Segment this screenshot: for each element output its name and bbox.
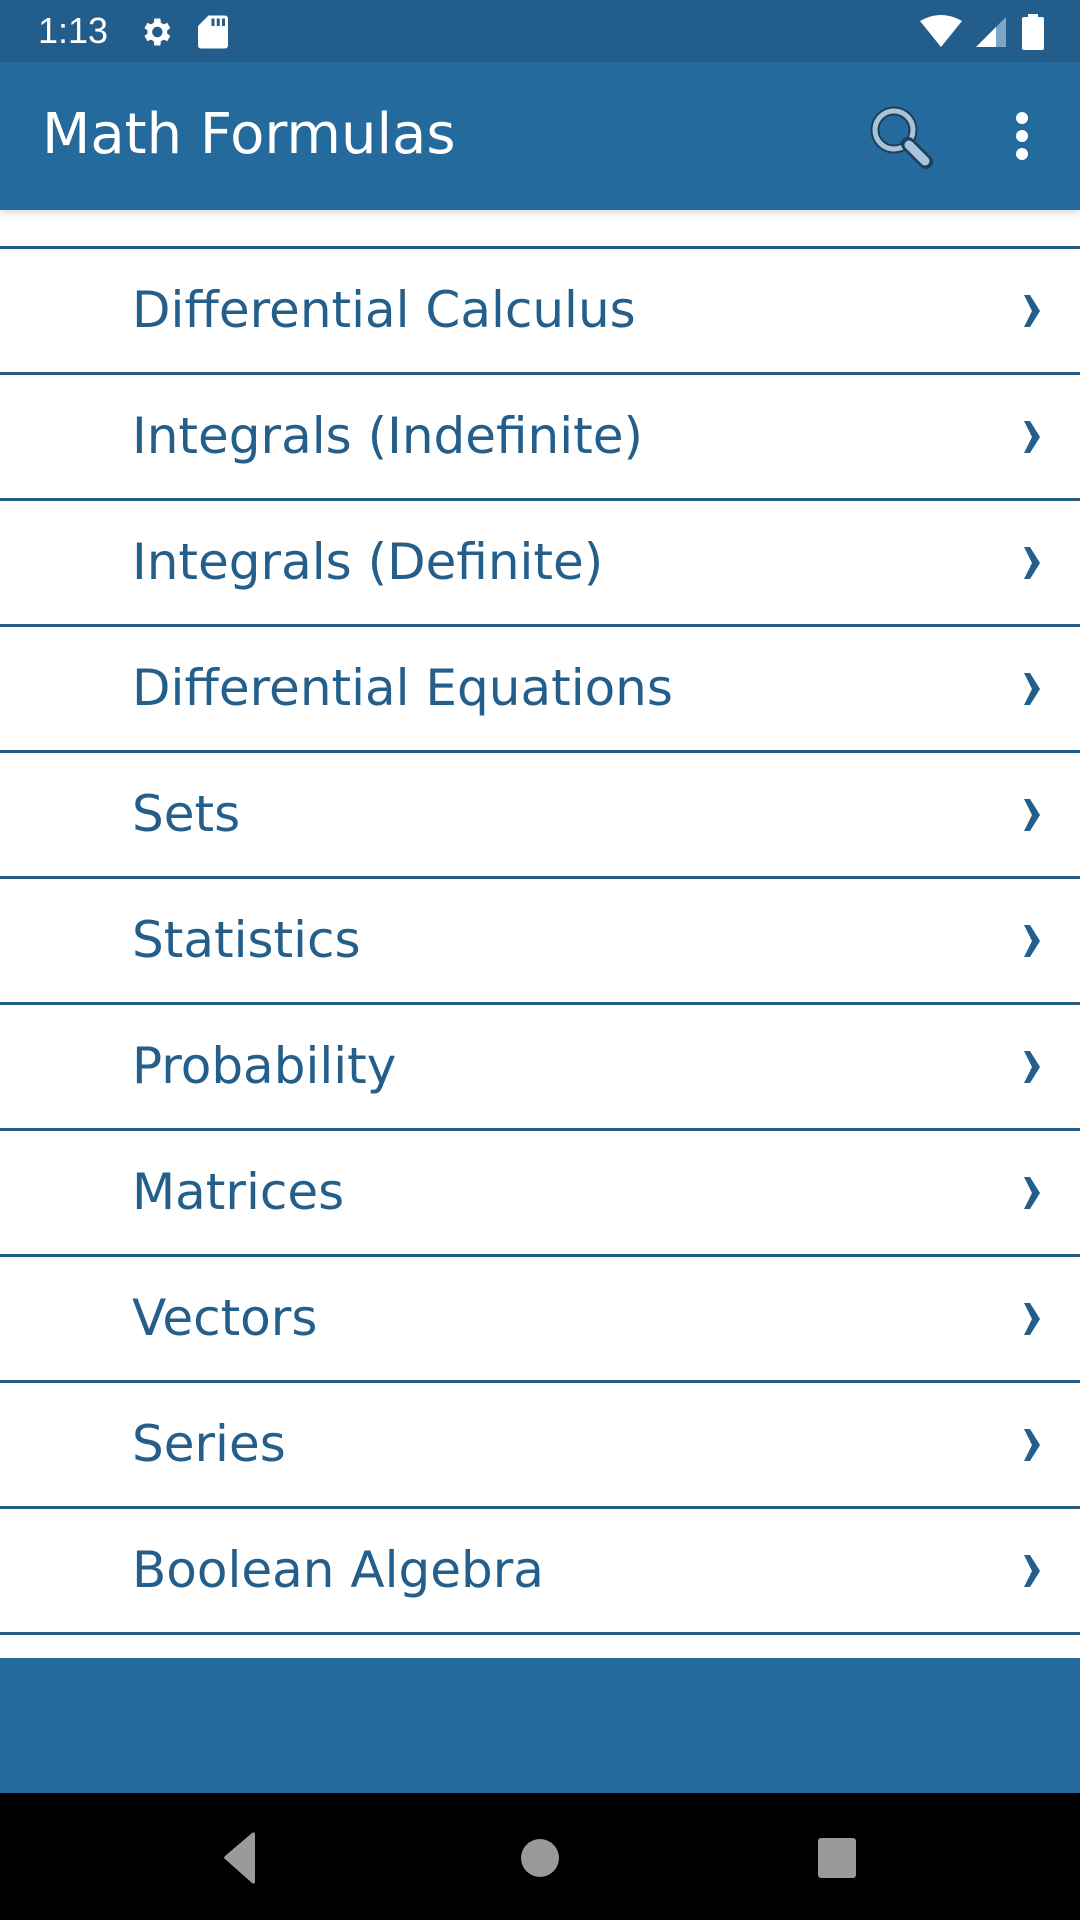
list-item-label: Statistics — [132, 911, 361, 969]
battery-icon — [1022, 14, 1044, 50]
list-item[interactable]: Integrals (Definite) — [0, 501, 1080, 624]
list-item[interactable]: Probability — [0, 1005, 1080, 1128]
sd-card-icon — [198, 15, 228, 49]
overflow-menu-icon — [1016, 112, 1028, 160]
list-item-label: Boolean Algebra — [132, 1541, 544, 1599]
list-item[interactable]: Statistics — [0, 879, 1080, 1002]
app-title: Math Formulas — [42, 102, 456, 167]
app-bar: Math Formulas — [0, 62, 1080, 210]
list-item[interactable]: Vectors — [0, 1257, 1080, 1380]
recents-icon — [818, 1838, 856, 1878]
nav-back-button[interactable] — [205, 1823, 275, 1893]
topic-list: Differential Calculus Integrals (Indefini… — [0, 210, 1080, 1658]
chevron-right-icon — [1024, 547, 1040, 579]
settings-gear-icon — [144, 18, 171, 46]
list-item[interactable]: Matrices — [0, 1131, 1080, 1254]
chevron-right-icon — [1024, 295, 1040, 327]
nav-recents-button[interactable] — [802, 1823, 872, 1893]
search-icon — [870, 106, 933, 169]
list-divider — [0, 1632, 1080, 1635]
chevron-right-icon — [1024, 1555, 1040, 1587]
list-item[interactable]: Differential Calculus — [0, 249, 1080, 372]
status-bar: 1:13 — [0, 0, 1080, 62]
list-item[interactable]: Series — [0, 1383, 1080, 1506]
chevron-right-icon — [1024, 1303, 1040, 1335]
list-item-label: Integrals (Definite) — [132, 533, 604, 591]
wifi-icon — [920, 15, 962, 47]
list-item-label: Series — [132, 1415, 286, 1473]
status-left-icons — [138, 14, 228, 50]
list-item-label: Vectors — [132, 1289, 318, 1347]
list-item-label: Sets — [132, 785, 241, 843]
chevron-right-icon — [1024, 421, 1040, 453]
nav-home-button[interactable] — [505, 1823, 575, 1893]
search-button[interactable] — [866, 102, 936, 172]
status-right-icons — [920, 14, 1044, 50]
list-item-label: Probability — [132, 1037, 397, 1095]
back-icon — [224, 1832, 255, 1884]
list-item-label: Differential Equations — [132, 659, 673, 717]
chevron-right-icon — [1024, 799, 1040, 831]
list-item[interactable]: Differential Equations — [0, 627, 1080, 750]
list-item[interactable]: Sets — [0, 753, 1080, 876]
chevron-right-icon — [1024, 925, 1040, 957]
list-item-label: Integrals (Indefinite) — [132, 407, 643, 465]
list-item-label: Differential Calculus — [132, 281, 636, 339]
ad-banner-area — [0, 1658, 1080, 1793]
status-time: 1:13 — [38, 10, 109, 51]
cell-signal-icon — [976, 17, 1006, 47]
overflow-menu-button[interactable] — [1000, 106, 1044, 170]
chevron-right-icon — [1024, 1177, 1040, 1209]
chevron-right-icon — [1024, 1051, 1040, 1083]
list-item[interactable]: Integrals (Indefinite) — [0, 375, 1080, 498]
chevron-right-icon — [1024, 1429, 1040, 1461]
chevron-right-icon — [1024, 673, 1040, 705]
list-item-label: Matrices — [132, 1163, 345, 1221]
home-icon — [521, 1839, 559, 1877]
navigation-bar — [0, 1793, 1080, 1920]
list-item[interactable]: Boolean Algebra — [0, 1509, 1080, 1632]
list-item-partial[interactable] — [0, 210, 1080, 246]
